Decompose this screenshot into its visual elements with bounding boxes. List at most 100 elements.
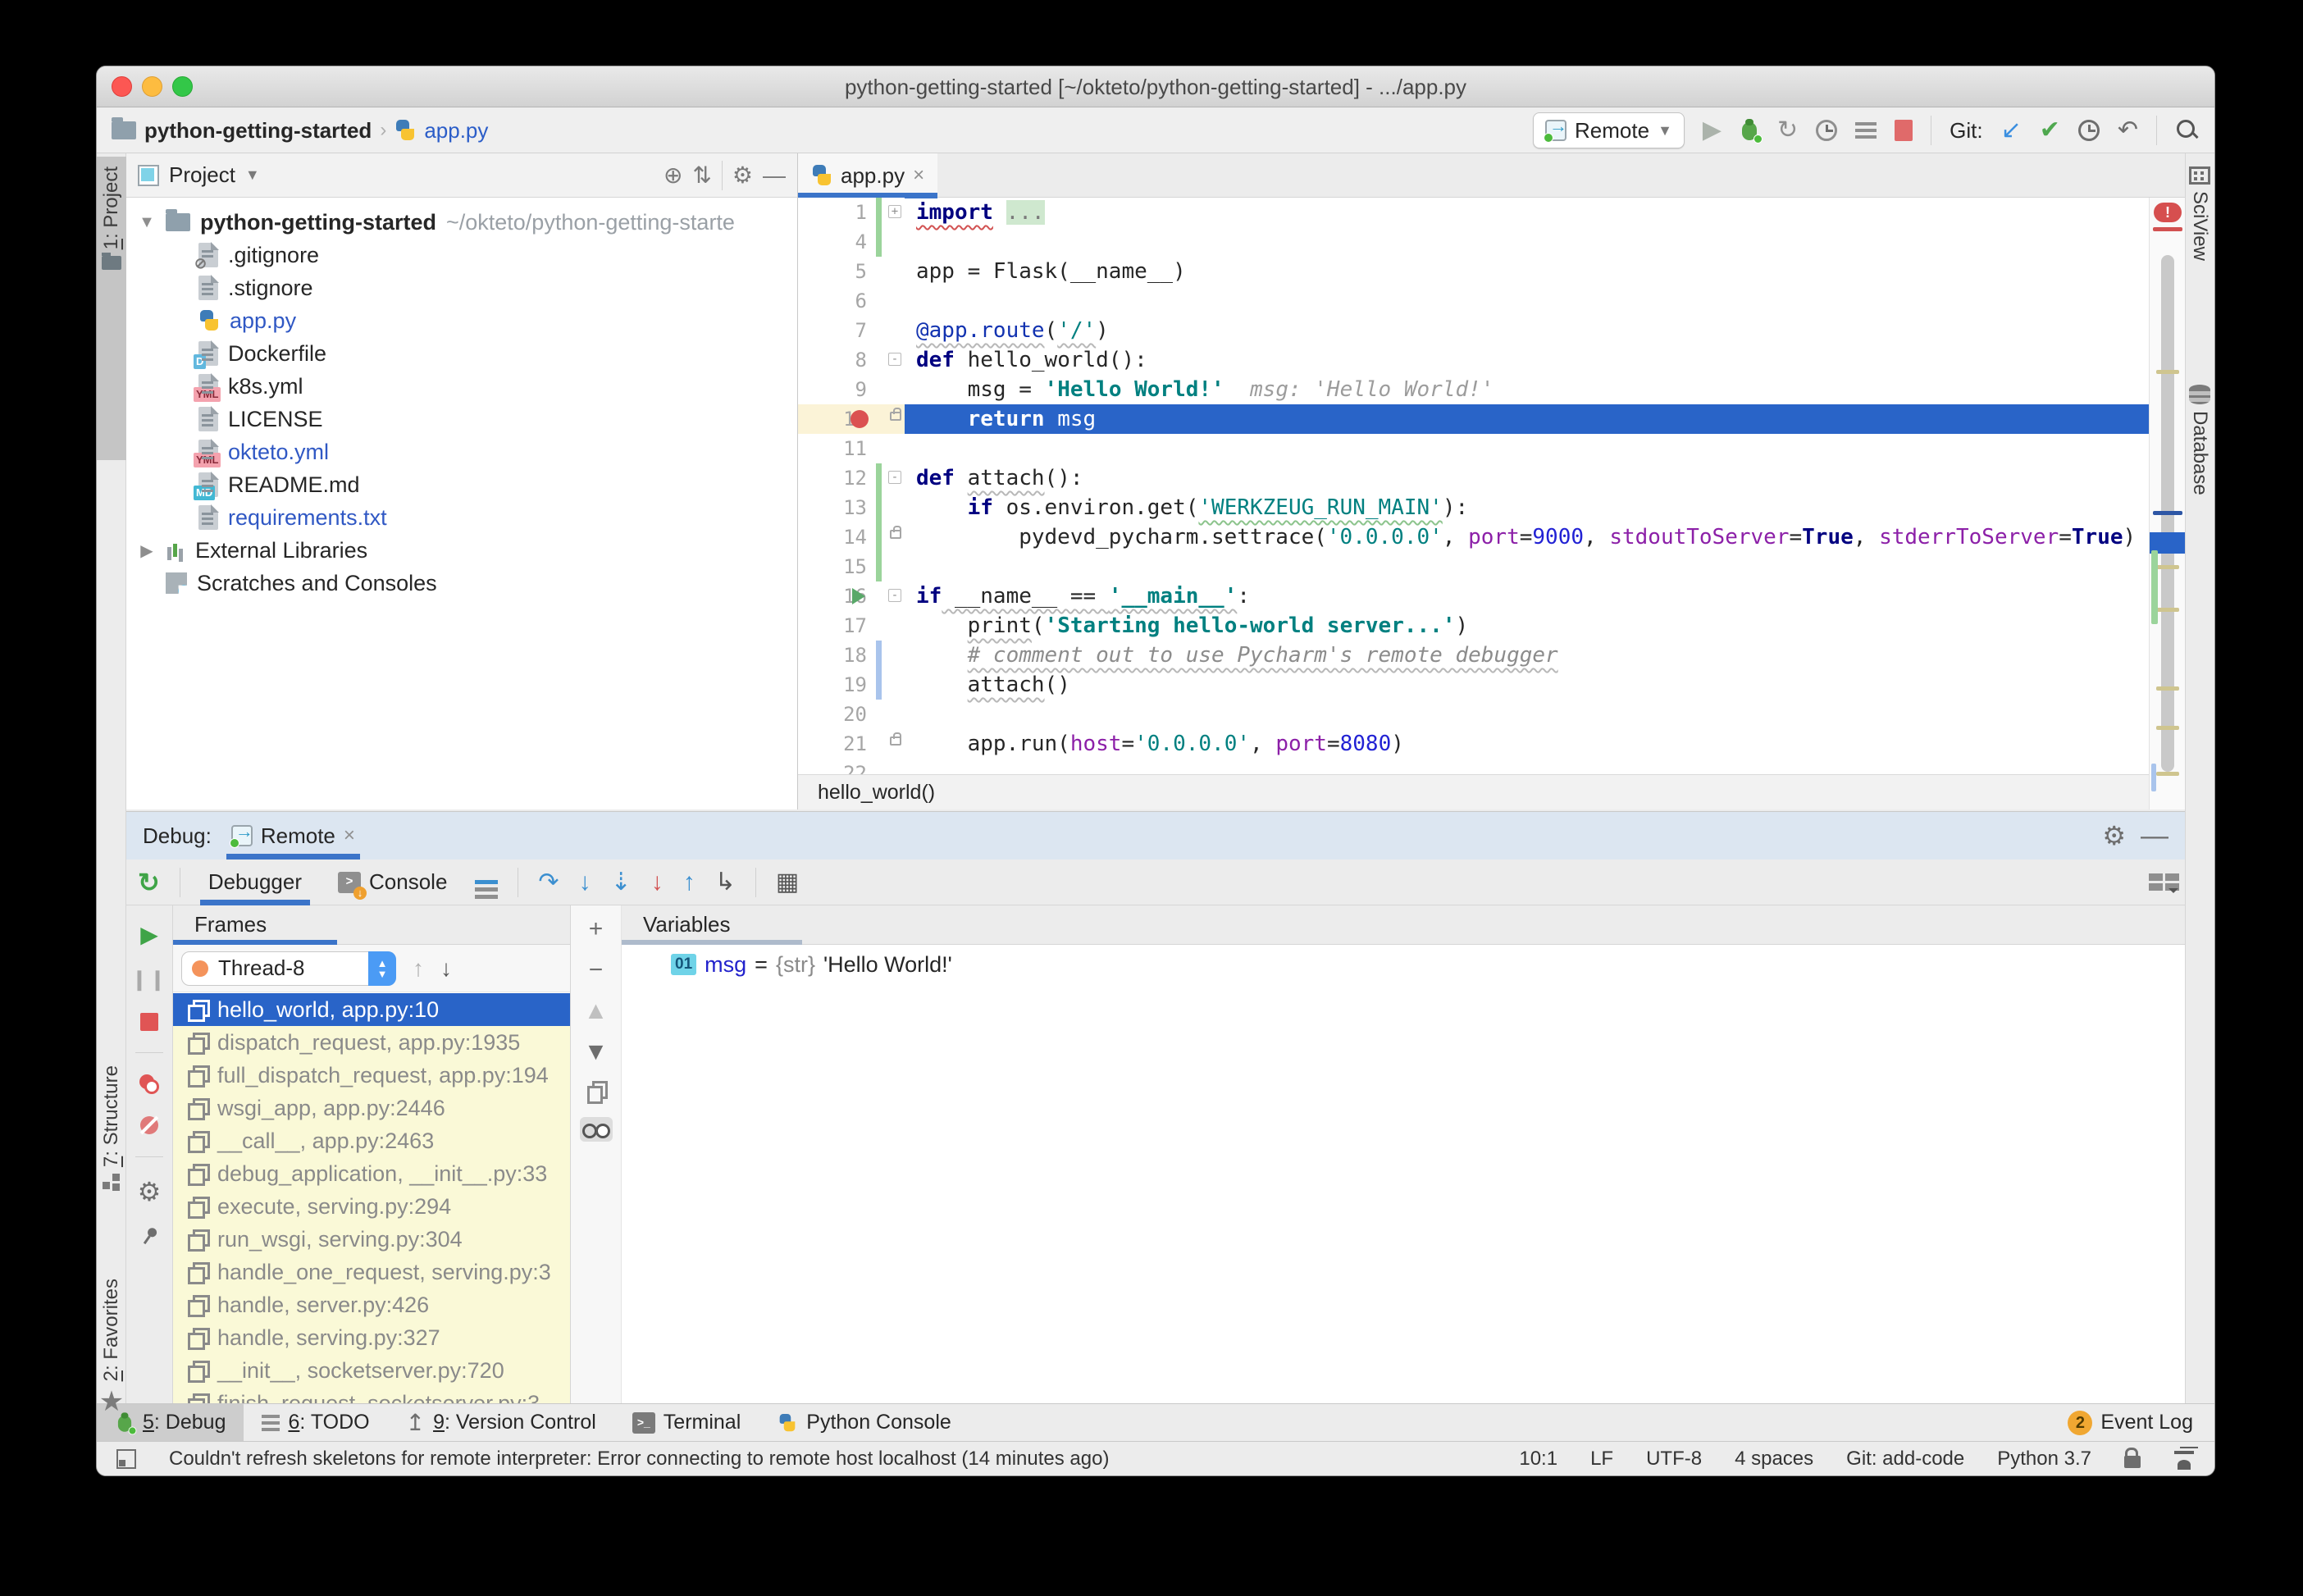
tree-row[interactable]: Scratches and Consoles: [126, 567, 797, 600]
debug-session-tab[interactable]: Remote ×: [226, 812, 360, 860]
sidebar-item-favorites[interactable]: 2: Favorites ★: [97, 1269, 126, 1466]
frame-row[interactable]: hello_world, app.py:10: [173, 993, 570, 1026]
frame-row[interactable]: full_dispatch_request, app.py:194: [173, 1059, 570, 1092]
gutter[interactable]: 19: [798, 670, 905, 700]
force-step-into-icon[interactable]: ↓: [651, 869, 664, 895]
gutter[interactable]: 5: [798, 257, 905, 286]
search-everywhere-button[interactable]: [2175, 118, 2200, 143]
breadcrumb-file[interactable]: app.py: [424, 118, 488, 144]
stop-button[interactable]: [1895, 120, 1913, 141]
gear-icon[interactable]: ⚙: [732, 162, 753, 189]
fold-marker-icon[interactable]: -: [888, 589, 901, 602]
gutter[interactable]: 18: [798, 641, 905, 670]
chevron-collapsed-icon[interactable]: ▶: [138, 540, 156, 561]
gutter[interactable]: 16-: [798, 581, 905, 611]
profiler-button[interactable]: ↻: [1777, 118, 1798, 143]
sidebar-item-database[interactable]: Database: [2185, 375, 2214, 588]
frame-row[interactable]: __init__, socketserver.py:720: [173, 1354, 570, 1387]
editor-breadcrumb[interactable]: hello_world(): [798, 774, 2149, 809]
code-line[interactable]: 17 print('Starting hello-world server...…: [798, 611, 2149, 641]
code-line[interactable]: 19 attach(): [798, 670, 2149, 700]
step-into-my-code-icon[interactable]: ⇣: [611, 869, 632, 895]
coverage-button[interactable]: [1855, 122, 1877, 139]
variables-header[interactable]: Variables: [622, 905, 2185, 945]
step-into-icon[interactable]: ↓: [579, 869, 591, 895]
gutter[interactable]: 7: [798, 316, 905, 345]
rerun-icon[interactable]: ↻: [138, 867, 160, 898]
code-line[interactable]: 22: [798, 759, 2149, 774]
next-frame-icon[interactable]: ↓: [440, 955, 452, 982]
evaluate-expression-icon[interactable]: ▦: [776, 868, 799, 896]
project-panel-title[interactable]: Project: [169, 162, 235, 188]
gutter[interactable]: 20: [798, 700, 905, 729]
breakpoint-icon[interactable]: [851, 410, 869, 428]
encoding[interactable]: UTF-8: [1646, 1448, 1702, 1471]
gutter[interactable]: 1 +: [798, 198, 905, 227]
interpreter[interactable]: Python 3.7: [1997, 1448, 2091, 1471]
sidebar-item-structure[interactable]: 7: Structure: [97, 1056, 126, 1252]
code-line[interactable]: 11: [798, 434, 2149, 463]
git-branch[interactable]: Git: add-code: [1846, 1448, 1964, 1471]
caret-position[interactable]: 10:1: [1519, 1448, 1557, 1471]
code-line[interactable]: 13 if os.environ.get('WERKZEUG_RUN_MAIN'…: [798, 493, 2149, 522]
code-line[interactable]: 20: [798, 700, 2149, 729]
stop-icon[interactable]: [140, 1013, 158, 1031]
collapse-all-button[interactable]: ⇅: [692, 162, 711, 189]
chevron-expanded-icon[interactable]: ▼: [138, 213, 156, 232]
history-button[interactable]: [2077, 120, 2100, 141]
code-line[interactable]: 4: [798, 227, 2149, 257]
tree-row[interactable]: YML okteto.yml: [126, 435, 797, 468]
gutter[interactable]: 10: [798, 404, 905, 434]
frame-row[interactable]: __call__, app.py:2463: [173, 1124, 570, 1157]
variable-row[interactable]: 01 msg = {str} 'Hello World!': [622, 945, 2185, 984]
frames-header[interactable]: Frames: [173, 905, 570, 945]
toolwindow-tab--version-control[interactable]: ↥ 9: Version Control: [388, 1404, 614, 1442]
code-line[interactable]: 12- def attach():: [798, 463, 2149, 493]
code-line[interactable]: 8- def hello_world():: [798, 345, 2149, 375]
code-line[interactable]: 7 @app.route('/'): [798, 316, 2149, 345]
close-icon[interactable]: ×: [913, 164, 924, 187]
pin-icon[interactable]: [135, 1222, 162, 1249]
debug-button[interactable]: [1740, 119, 1763, 144]
frame-row[interactable]: handle, server.py:426: [173, 1288, 570, 1321]
code-line[interactable]: 5 app = Flask(__name__): [798, 257, 2149, 286]
frame-row[interactable]: dispatch_request, app.py:1935: [173, 1026, 570, 1059]
gutter[interactable]: 22: [798, 759, 905, 774]
lock-icon[interactable]: [2124, 1448, 2141, 1468]
current-execution-line[interactable]: 10 return msg: [798, 404, 2149, 434]
editor-error-stripe[interactable]: !: [2149, 198, 2186, 840]
mute-breakpoints-icon[interactable]: [139, 1115, 159, 1135]
settings-icon[interactable]: ⚙: [138, 1179, 162, 1205]
tree-root[interactable]: ▼ python-getting-started ~/okteto/python-g…: [126, 206, 797, 239]
gutter[interactable]: 9: [798, 375, 905, 404]
commit-button[interactable]: ✔: [2040, 118, 2060, 143]
gutter[interactable]: 13: [798, 493, 905, 522]
chevron-down-icon[interactable]: ▼: [245, 166, 260, 184]
add-watch-icon[interactable]: +: [589, 917, 604, 942]
tree-row[interactable]: D Dockerfile: [126, 337, 797, 370]
run-configuration-select[interactable]: Remote ▼: [1533, 112, 1685, 148]
tab-console[interactable]: > Console: [330, 860, 455, 905]
tree-row[interactable]: YML k8s.yml: [126, 370, 797, 403]
tab-debugger[interactable]: Debugger: [199, 860, 311, 905]
sidebar-item-project[interactable]: 1: Project: [97, 157, 126, 460]
move-up-icon[interactable]: ▲: [584, 999, 609, 1024]
toolwindow-tab-terminal[interactable]: >_ Terminal: [614, 1404, 759, 1442]
gutter[interactable]: 12-: [798, 463, 905, 493]
fold-marker-icon[interactable]: -: [888, 353, 901, 366]
highlighting-level-icon[interactable]: [2173, 1448, 2195, 1470]
gutter[interactable]: 21: [798, 729, 905, 759]
gutter[interactable]: 6: [798, 286, 905, 316]
fold-marker-icon[interactable]: -: [888, 471, 901, 484]
run-button[interactable]: ▶: [1703, 118, 1722, 143]
line-ending[interactable]: LF: [1590, 1448, 1613, 1471]
tree-row[interactable]: .stignore: [126, 271, 797, 304]
gutter[interactable]: 17: [798, 611, 905, 641]
tree-row[interactable]: ▶ External Libraries: [126, 534, 797, 567]
toolwindow-tab--todo[interactable]: 6: TODO: [244, 1404, 387, 1442]
restore-layout-icon[interactable]: [2149, 873, 2178, 893]
code-line[interactable]: 18 # comment out to use Pycharm's remote…: [798, 641, 2149, 670]
frame-row[interactable]: handle_one_request, serving.py:3: [173, 1256, 570, 1288]
show-watches-icon[interactable]: [579, 1117, 613, 1142]
gutter[interactable]: 8-: [798, 345, 905, 375]
